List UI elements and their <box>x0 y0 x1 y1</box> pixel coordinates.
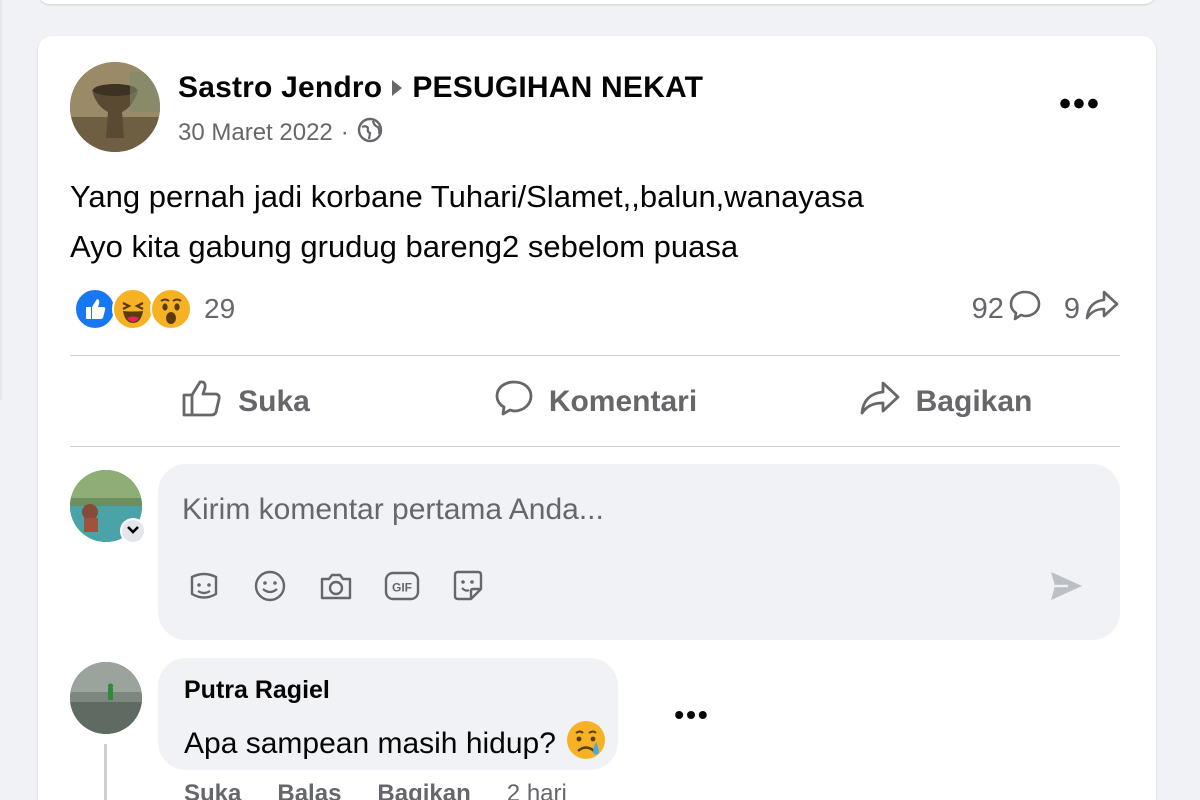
comment-text: Apa sampean masih hidup? <box>184 727 556 760</box>
post-text-line: Yang pernah jadi korbane Tuhari/Slamet,,… <box>70 179 864 214</box>
reply-thread-line <box>104 744 107 800</box>
engagement-stats: 92 9 <box>972 287 1120 331</box>
shares-stat[interactable]: 9 <box>1064 288 1120 330</box>
divider <box>70 446 1120 447</box>
comment-bubble-icon <box>1008 288 1042 330</box>
comments-stat[interactable]: 92 <box>972 288 1042 330</box>
caret-right-icon <box>390 78 404 98</box>
share-label: Bagikan <box>915 385 1033 418</box>
sticker-icon[interactable] <box>184 566 224 606</box>
comment-timestamp[interactable]: 2 hari <box>507 780 567 800</box>
commenter-avatar-image <box>70 662 142 734</box>
post-header: Sastro Jendro PESUGIHAN NEKAT <box>178 68 703 108</box>
camera-icon[interactable] <box>316 566 356 606</box>
meta-separator: · <box>340 119 349 146</box>
post-body: Yang pernah jadi korbane Tuhari/Slamet,,… <box>70 172 1110 272</box>
comment-composer: GIF <box>158 464 1120 640</box>
commenter-name[interactable]: Putra Ragiel <box>184 676 330 705</box>
post-action-bar: Suka Komentari Bagikan <box>70 358 1120 446</box>
emoji-icon[interactable] <box>250 566 290 606</box>
post-text-line: Ayo kita gabung grudug bareng2 sebelom p… <box>70 229 739 264</box>
like-label: Suka <box>238 385 310 418</box>
author-avatar-image <box>70 62 160 152</box>
left-column-edge <box>0 0 2 400</box>
comment-actions: Suka Balas Bagikan 2 hari <box>184 778 567 800</box>
composer-tools: GIF <box>184 564 488 608</box>
shares-count: 9 <box>1063 292 1080 325</box>
like-button[interactable]: Suka <box>70 358 420 446</box>
send-icon[interactable] <box>1046 566 1086 606</box>
share-button[interactable]: Bagikan <box>770 358 1120 446</box>
comment-share-link[interactable]: Bagikan <box>377 780 470 800</box>
comment-options-button[interactable]: ••• <box>668 699 716 730</box>
post-meta: 30 Maret 2022 · <box>178 116 383 150</box>
post-options-button[interactable]: ••• <box>1052 84 1108 124</box>
reactions-summary[interactable]: 29 <box>74 287 235 331</box>
gif-label: GIF <box>392 581 412 595</box>
comment-label: Komentari <box>548 385 698 418</box>
comment-button[interactable]: Komentari <box>420 358 770 446</box>
like-reaction-icon <box>74 288 116 330</box>
author-name[interactable]: Sastro Jendro <box>178 71 382 105</box>
reactions-count: 29 <box>204 293 236 324</box>
divider <box>70 355 1120 356</box>
share-icon <box>858 378 902 426</box>
comment-like-link[interactable]: Suka <box>184 780 241 800</box>
previous-post-card <box>38 0 1156 4</box>
account-switch-button[interactable] <box>120 518 146 544</box>
thumbs-up-icon <box>180 377 224 427</box>
comment-input[interactable] <box>182 486 1082 534</box>
comment-text-row: Apa sampean masih hidup? <box>184 718 608 770</box>
comment-reply-link[interactable]: Balas <box>277 780 341 800</box>
chevron-down-icon <box>126 522 140 540</box>
avatar-sticker-icon[interactable] <box>448 566 488 606</box>
haha-reaction-icon <box>112 288 154 330</box>
comment-icon <box>493 377 535 427</box>
globe-icon <box>357 117 383 150</box>
commenter-avatar[interactable] <box>70 662 142 734</box>
sad-tear-emoji-icon <box>564 718 608 770</box>
share-arrow-icon <box>1084 288 1120 330</box>
comments-count: 92 <box>971 292 1004 325</box>
wow-reaction-icon <box>150 288 192 330</box>
group-name[interactable]: PESUGIHAN NEKAT <box>412 71 703 105</box>
comment-bubble: Putra Ragiel Apa sampean masih hidup? <box>158 658 618 770</box>
author-avatar[interactable] <box>70 62 160 152</box>
post-date[interactable]: 30 Maret 2022 <box>178 119 333 147</box>
gif-icon[interactable]: GIF <box>382 566 422 606</box>
